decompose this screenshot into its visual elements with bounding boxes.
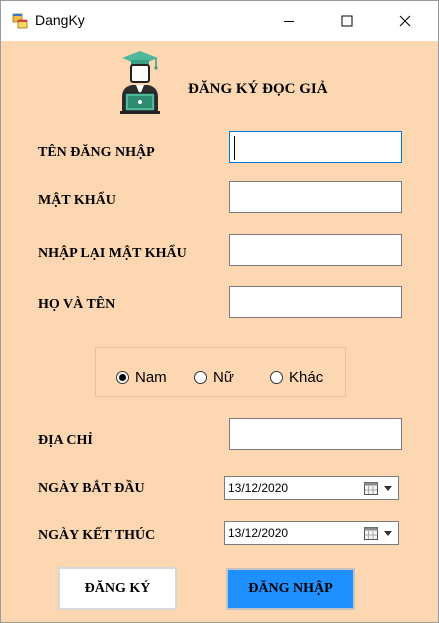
calendar-icon — [364, 482, 378, 495]
password-input[interactable] — [229, 181, 402, 213]
login-button[interactable]: ĐĂNG NHẬP — [226, 568, 355, 610]
gender-radio-nam[interactable]: Nam — [116, 369, 167, 386]
username-label: TÊN ĐĂNG NHẬP — [38, 145, 155, 160]
confirm-password-input[interactable] — [229, 234, 402, 266]
address-input[interactable] — [229, 418, 402, 450]
end-date-value: 13/12/2020 — [228, 526, 289, 540]
maximize-icon — [341, 15, 353, 27]
gender-option-label: Nữ — [213, 369, 234, 386]
address-label: ĐỊA CHỈ — [38, 433, 93, 448]
minimize-icon — [284, 21, 294, 22]
gender-option-label: Nam — [135, 369, 167, 386]
register-window: DangKy ĐĂNG KÝ ĐỌC GIẢ TÊN ĐĂNG NHẬP MẬT… — [0, 0, 439, 623]
maximize-button[interactable] — [324, 1, 370, 41]
radio-circle-icon — [194, 371, 207, 384]
radio-circle-icon — [270, 371, 283, 384]
end-date-label: NGÀY KẾT THÚC — [38, 528, 156, 543]
radio-selected-dot — [119, 374, 126, 381]
end-date-picker[interactable]: 13/12/2020 — [224, 521, 399, 545]
radio-circle-icon — [116, 371, 129, 384]
minimize-button[interactable] — [266, 1, 312, 41]
start-date-picker[interactable]: 13/12/2020 — [224, 476, 399, 500]
page-title: ĐĂNG KÝ ĐỌC GIẢ — [188, 81, 328, 97]
gender-option-label: Khác — [289, 369, 324, 386]
gender-radio-nu[interactable]: Nữ — [194, 369, 234, 386]
calendar-icon — [364, 527, 378, 540]
dropdown-arrow-icon[interactable] — [384, 486, 392, 491]
window-title: DangKy — [35, 12, 85, 28]
gender-group: Nam Nữ Khác — [95, 347, 346, 397]
register-button[interactable]: ĐĂNG KÝ — [58, 567, 177, 610]
start-date-label: NGÀY BẮT ĐẦU — [38, 481, 145, 496]
password-label: MẬT KHẨU — [38, 193, 116, 208]
close-button[interactable] — [382, 1, 428, 41]
close-icon — [399, 15, 411, 27]
username-input[interactable] — [229, 131, 402, 163]
title-bar: DangKy — [1, 1, 438, 41]
graduate-laptop-icon — [120, 51, 160, 114]
fullname-label: HỌ VÀ TÊN — [38, 297, 116, 312]
text-cursor — [234, 136, 235, 160]
gender-radio-khac[interactable]: Khác — [270, 369, 323, 386]
start-date-value: 13/12/2020 — [228, 481, 289, 495]
confirm-password-label: NHẬP LẠI MẬT KHẨU — [38, 246, 187, 261]
fullname-input[interactable] — [229, 286, 402, 318]
dropdown-arrow-icon[interactable] — [384, 531, 392, 536]
app-form-icon — [12, 13, 28, 29]
